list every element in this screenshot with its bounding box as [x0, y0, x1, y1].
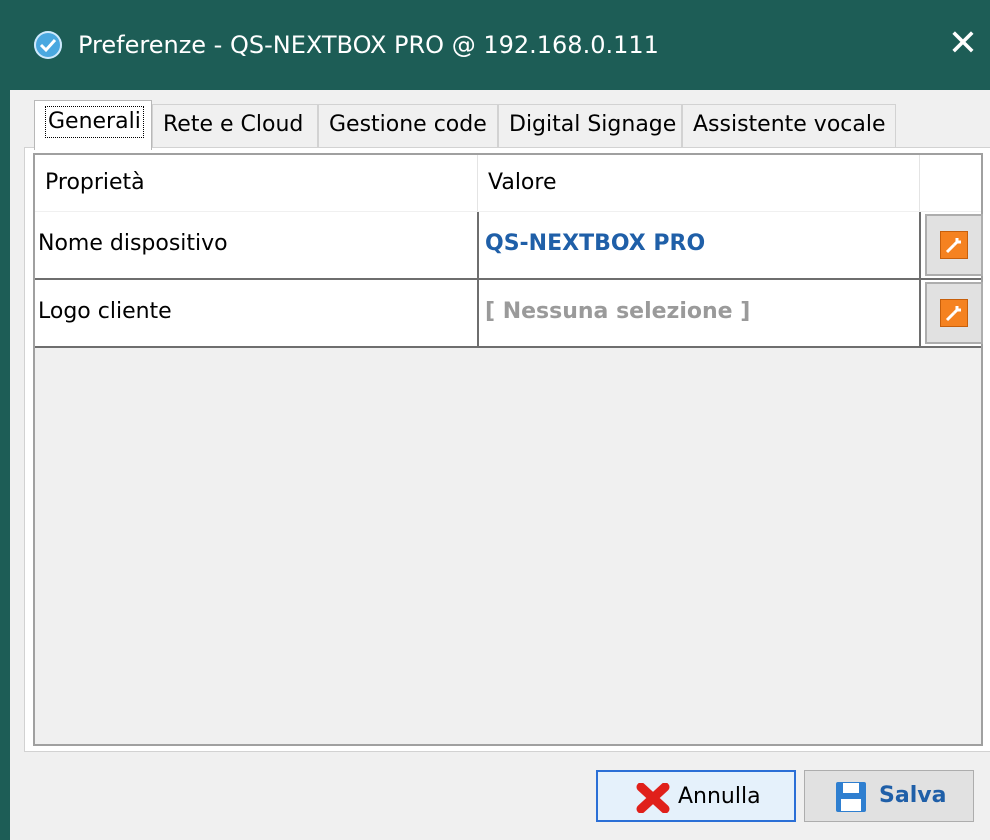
- tab-label: Rete e Cloud: [163, 112, 304, 137]
- wrench-icon: [940, 231, 968, 259]
- table-row[interactable]: Logo cliente [ Nessuna selezione ]: [35, 280, 983, 348]
- tab-gestione-code[interactable]: Gestione code: [318, 104, 498, 148]
- action-cell: [919, 212, 983, 278]
- preferences-window: Preferenze - QS-NEXTBOX PRO @ 192.168.0.…: [0, 0, 990, 840]
- window-title: Preferenze - QS-NEXTBOX PRO @ 192.168.0.…: [78, 31, 659, 59]
- wrench-icon: [940, 299, 968, 327]
- edit-button[interactable]: [925, 282, 983, 344]
- column-header-value[interactable]: Valore: [478, 155, 919, 211]
- edit-button[interactable]: [925, 214, 983, 276]
- property-name: Nome dispositivo: [38, 231, 228, 256]
- close-button[interactable]: ✕: [945, 24, 981, 68]
- column-header-action: [920, 155, 981, 211]
- tab-assistente-vocale[interactable]: Assistente vocale: [682, 104, 896, 148]
- cancel-button[interactable]: Annulla: [596, 770, 796, 822]
- tab-panel-generali: Proprietà Valore Nome dispositivo QS-NEX…: [24, 147, 990, 752]
- app-icon: [34, 31, 62, 59]
- red-x-icon: [636, 782, 670, 832]
- save-button[interactable]: Salva: [804, 770, 974, 822]
- grid-header: Proprietà Valore: [35, 155, 981, 211]
- save-label: Salva: [879, 783, 947, 808]
- table-row[interactable]: Nome dispositivo QS-NEXTBOX PRO: [35, 212, 983, 280]
- tab-label: Gestione code: [329, 112, 487, 137]
- tab-rete-e-cloud[interactable]: Rete e Cloud: [152, 104, 318, 148]
- tab-generali[interactable]: Generali: [34, 100, 152, 150]
- tab-label: Digital Signage: [509, 112, 677, 137]
- action-cell: [919, 280, 983, 346]
- property-value[interactable]: QS-NEXTBOX PRO: [477, 212, 919, 278]
- title-bar[interactable]: Preferenze - QS-NEXTBOX PRO @ 192.168.0.…: [0, 0, 990, 90]
- property-name: Logo cliente: [38, 299, 172, 324]
- property-value[interactable]: [ Nessuna selezione ]: [477, 280, 919, 346]
- floppy-disk-icon: [835, 781, 867, 832]
- column-header-property[interactable]: Proprietà: [35, 155, 477, 211]
- tab-label: Generali: [45, 106, 144, 138]
- tab-label: Assistente vocale: [693, 112, 886, 137]
- property-grid[interactable]: Proprietà Valore Nome dispositivo QS-NEX…: [33, 153, 983, 746]
- tab-digital-signage[interactable]: Digital Signage: [498, 104, 682, 148]
- cancel-label: Annulla: [678, 784, 761, 809]
